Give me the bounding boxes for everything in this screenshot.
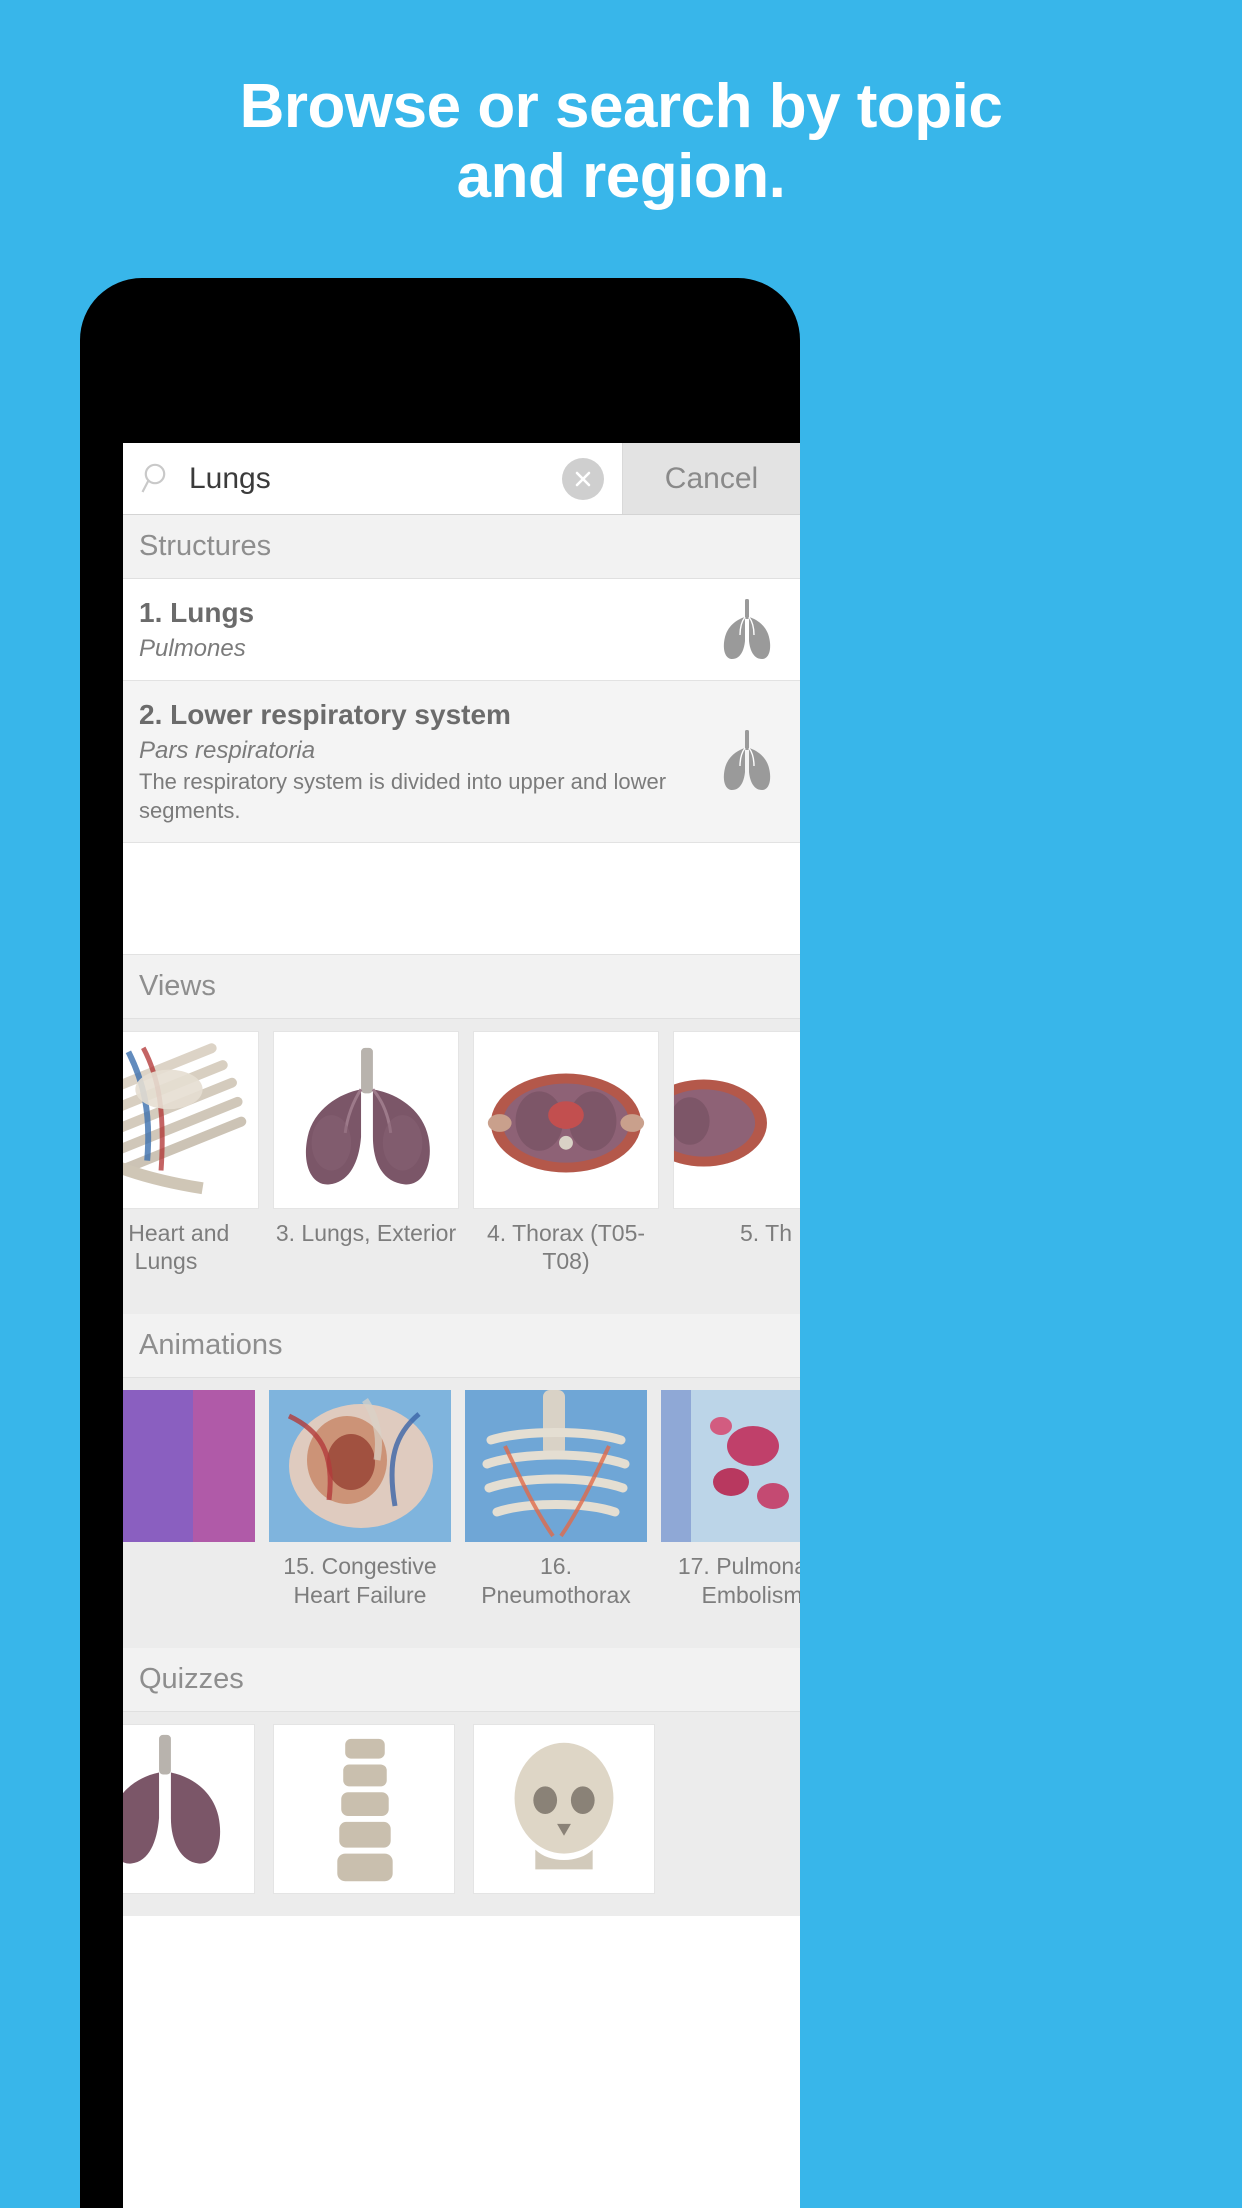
section-header-views: Views [123,954,800,1019]
animations-carousel[interactable]: 15. Congestive Heart Failure 16. Pneumot… [123,1378,800,1622]
quiz-thumbnail-image [473,1723,655,1894]
views-thumbnail-image [123,1030,259,1209]
quizzes-carousel[interactable] [123,1712,800,1916]
result-title: 1. Lungs [139,597,255,628]
phone-screen: Lungs Cancel Structures 1. Lungs Pulmone… [123,443,800,2208]
quizzes-section: Quizzes [123,1647,800,1916]
lungs-icon [716,728,778,794]
views-thumb-card[interactable]: 4. Thorax (T05-T08) [473,1030,659,1277]
section-header-structures: Structures [123,515,800,579]
quiz-thumbnail-image [123,1723,255,1894]
result-latin-name: Pars respiratoria [139,737,316,765]
list-item[interactable]: 1. Lungs Pulmones [123,579,800,682]
search-icon [141,462,175,496]
views-thumb-card[interactable]: 5. Th [673,1030,800,1248]
animation-thumbnail-image [465,1390,647,1543]
animation-thumbnail-image [661,1390,800,1543]
animation-thumb-card[interactable]: 17. Pulmonary Embolism [661,1390,800,1610]
quiz-thumb-card[interactable] [273,1723,459,1904]
animation-thumb-card[interactable] [123,1390,255,1552]
phone-device-frame: Lungs Cancel Structures 1. Lungs Pulmone… [80,278,800,2208]
quiz-thumbnail-image [273,1723,455,1894]
animations-section: Animations 15. Congestive Heart Failure … [123,1314,800,1622]
animation-thumb-caption: 16. Pneumothorax [481,1553,631,1608]
result-description: The respiratory system is divided into u… [139,769,667,823]
views-thumb-caption: 2. Heart and Lungs [123,1219,230,1275]
list-item[interactable]: 2. Lower respiratory system Pars respira… [123,681,800,843]
views-thumb-caption: 4. Thorax (T05-T08) [486,1219,646,1275]
lungs-icon [716,597,778,663]
section-divider [123,1288,800,1315]
cancel-button[interactable]: Cancel [622,443,800,514]
animation-thumb-card[interactable]: 16. Pneumothorax [465,1390,647,1610]
animation-thumb-card[interactable]: 15. Congestive Heart Failure [269,1390,451,1610]
views-thumb-caption: 3. Lungs, Exterior [275,1219,457,1246]
views-thumbnail-image [273,1030,459,1209]
list-empty-filler [123,842,800,955]
quiz-thumb-card[interactable] [123,1723,259,1904]
views-thumb-caption: 5. Th [740,1219,792,1246]
search-input[interactable]: Lungs [123,443,622,514]
animation-thumb-caption: 17. Pulmonary Embolism [677,1553,800,1608]
quiz-thumb-card[interactable] [473,1723,659,1904]
views-thumb-card[interactable]: 3. Lungs, Exterior [273,1030,459,1248]
section-header-quizzes: Quizzes [123,1647,800,1712]
views-thumbnail-image [473,1030,659,1209]
search-value-text: Lungs [189,461,271,495]
result-title: 2. Lower respiratory system [139,699,511,731]
search-bar: Lungs Cancel [123,443,800,515]
result-latin-name: Pulmones [139,635,246,662]
section-divider [123,1621,800,1648]
headline-line-2: and region. [456,142,786,212]
clear-circle-icon[interactable] [562,457,604,500]
animation-thumbnail-image [269,1390,451,1543]
views-carousel[interactable]: 2. Heart and Lungs [123,1019,800,1289]
headline-line-1: Browse or search by topic [239,72,1003,141]
screenshot-root: Browse or search by topic and region. Lu… [0,0,1242,2208]
animation-thumbnail-image [123,1390,255,1543]
animation-thumb-caption: 15. Congestive Heart Failure [283,1553,437,1608]
section-header-animations: Animations [123,1314,800,1379]
views-thumbnail-image [673,1030,800,1209]
views-thumb-card[interactable]: 2. Heart and Lungs [123,1030,259,1277]
views-section: Views Heart and Lungs 3. Lungs, Exterior… [123,954,800,1289]
page-title: Browse or search by topic and region. [0,72,1242,212]
